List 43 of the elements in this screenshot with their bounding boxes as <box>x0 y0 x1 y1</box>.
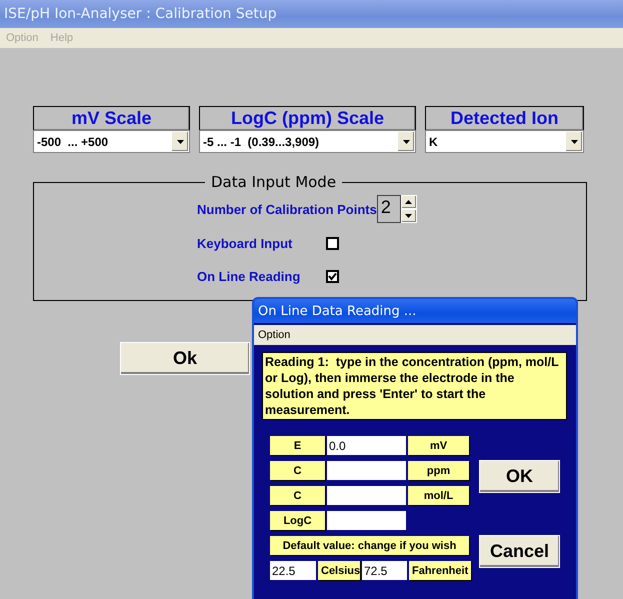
option-label: On Line Reading <box>197 269 302 284</box>
temperature-unit: Fahrenheit <box>409 561 471 580</box>
spin-up-button[interactable] <box>400 195 417 209</box>
unit-label: mV <box>408 436 469 455</box>
input-field[interactable]: 0.0 <box>327 436 406 455</box>
dropdown-arrow-icon <box>402 140 410 144</box>
window-title: ISE/pH Ion-Analyser : Calibration Setup <box>4 6 277 22</box>
cancel-button[interactable]: Cancel <box>479 535 560 568</box>
scale-dropdown[interactable]: -500 ... +500 <box>33 130 190 153</box>
ok-button[interactable]: OK <box>479 460 560 493</box>
scale-dropdown[interactable]: K <box>425 130 584 153</box>
scale-heading: mV Scale <box>33 106 190 130</box>
temperature-field[interactable]: 22.5 <box>270 561 316 580</box>
up-arrow-icon <box>405 200 412 204</box>
scale-dropdown[interactable]: -5 ... -1 (0.39...3,909) <box>199 130 416 153</box>
down-arrow-icon <box>405 214 412 218</box>
temperature-unit: Celsius <box>318 561 360 580</box>
group-title: Data Input Mode <box>210 173 338 191</box>
dialog-title: On Line Data Reading ... <box>258 304 416 318</box>
option-label: Keyboard Input <box>197 236 294 251</box>
calibration-points-field[interactable]: 2 <box>376 195 401 223</box>
scale-heading: LogC (ppm) Scale <box>199 106 416 130</box>
calibration-points-label: Number of Calibration Points <box>197 202 377 216</box>
input-field[interactable] <box>327 461 406 480</box>
field-label: C <box>270 461 325 480</box>
default-note: Default value: change if you wish <box>270 536 469 555</box>
temperature-field[interactable]: 72.5 <box>362 561 407 580</box>
dropdown-arrow-icon <box>176 140 184 144</box>
unit-label: ppm <box>408 461 469 480</box>
input-field[interactable] <box>327 511 406 530</box>
field-label: E <box>270 436 325 455</box>
input-field[interactable] <box>327 486 406 505</box>
field-label: C <box>270 486 325 505</box>
menu-item[interactable]: Option <box>258 329 290 341</box>
spin-down-button[interactable] <box>400 209 417 223</box>
field-label: LogC <box>270 511 325 530</box>
unit-label: mol/L <box>408 486 469 505</box>
instructions-text: Reading 1: type in the concentration (ppm, mol/L or Log), then immerse the electrode in the solution and press 'Enter' to start the measurement. <box>262 352 567 420</box>
ok-button[interactable]: Ok <box>120 342 250 375</box>
checkbox[interactable] <box>326 270 339 283</box>
dropdown-arrow-icon <box>570 140 578 144</box>
scale-heading: Detected Ion <box>425 106 584 130</box>
checkbox[interactable] <box>326 237 339 250</box>
